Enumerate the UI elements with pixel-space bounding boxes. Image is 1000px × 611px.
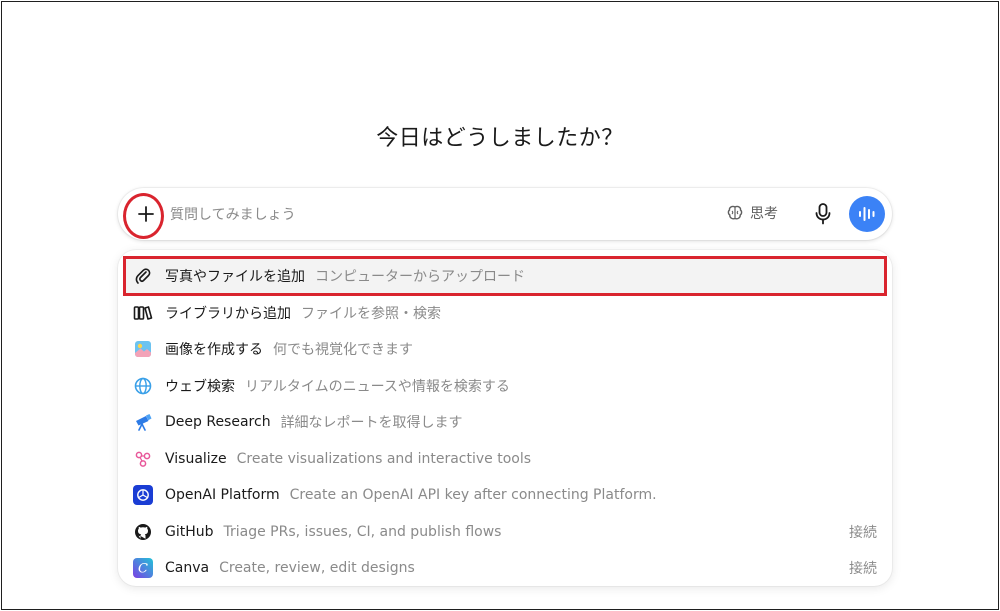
think-button[interactable]: 思考 (726, 203, 778, 223)
microphone-button[interactable] (812, 202, 834, 226)
library-icon (133, 303, 153, 323)
menu-item-openai-platform[interactable]: OpenAI Platform Create an OpenAI API key… (126, 478, 884, 512)
menu-item-label: Visualize (165, 451, 227, 467)
menu-item-create-image[interactable]: 画像を作成する 何でも視覚化できます (126, 332, 884, 366)
menu-item-canva[interactable]: C Canva Create, review, edit designs 接続 (126, 551, 884, 585)
menu-item-deep-research[interactable]: Deep Research 詳細なレポートを取得します (126, 405, 884, 439)
plus-icon (138, 206, 154, 222)
globe-icon (133, 376, 153, 396)
image-create-icon (133, 339, 153, 359)
prompt-composer: 質問してみましょう 思考 (118, 188, 892, 240)
add-button[interactable] (129, 197, 163, 231)
brain-icon (727, 205, 743, 220)
github-icon (133, 522, 153, 542)
menu-item-label: GitHub (165, 524, 214, 540)
menu-item-add-files[interactable]: 写真やファイルを追加 コンピューターからアップロード (123, 256, 887, 296)
menu-item-visualize[interactable]: Visualize Create visualizations and inte… (126, 442, 884, 476)
menu-item-label: 画像を作成する (165, 342, 263, 358)
telescope-icon (133, 412, 153, 432)
attach-menu: 写真やファイルを追加 コンピューターからアップロード ライブラリから追加 ファイ… (118, 250, 892, 586)
connect-button-canva[interactable]: 接続 (849, 558, 877, 578)
menu-item-label: ウェブ検索 (165, 379, 235, 395)
menu-item-desc: Create, review, edit designs (219, 560, 415, 576)
window-frame: 今日はどうしましたか？ 質問してみましょう 思考 写真やファイルを追加 コンピュ… (1, 1, 999, 610)
page-title: 今日はどうしましたか？ (376, 126, 624, 151)
voice-wave-icon (859, 207, 875, 221)
menu-item-desc: Create visualizations and interactive to… (236, 451, 532, 467)
menu-item-desc: 詳細なレポートを取得します (280, 415, 463, 431)
voice-mode-button[interactable] (849, 196, 885, 232)
connect-button-github[interactable]: 接続 (849, 522, 877, 542)
svg-text:C: C (138, 562, 148, 577)
menu-item-github[interactable]: GitHub Triage PRs, issues, CI, and publi… (126, 515, 884, 549)
menu-item-desc: Create an OpenAI API key after connectin… (289, 487, 657, 503)
menu-item-label: ライブラリから追加 (165, 306, 291, 322)
openai-icon (133, 485, 153, 505)
menu-item-label: 写真やファイルを追加 (165, 269, 305, 285)
menu-item-desc: ファイルを参照・検索 (301, 306, 441, 322)
canva-icon: C (133, 558, 153, 578)
menu-item-label: Deep Research (165, 414, 271, 430)
menu-item-web-search[interactable]: ウェブ検索 リアルタイムのニュースや情報を検索する (126, 369, 884, 403)
menu-item-desc: 何でも視覚化できます (273, 342, 413, 358)
prompt-input[interactable]: 質問してみましょう (170, 204, 296, 224)
menu-item-desc: リアルタイムのニュースや情報を検索する (245, 379, 510, 395)
think-label: 思考 (750, 206, 778, 222)
menu-item-desc: Triage PRs, issues, CI, and publish flow… (223, 524, 502, 540)
menu-item-label: OpenAI Platform (165, 487, 280, 503)
menu-item-library[interactable]: ライブラリから追加 ファイルを参照・検索 (126, 296, 884, 330)
paperclip-icon (133, 266, 153, 286)
visualize-icon (133, 449, 153, 469)
menu-item-desc: コンピューターからアップロード (315, 269, 525, 285)
menu-item-label: Canva (165, 560, 210, 576)
microphone-icon (815, 203, 831, 225)
